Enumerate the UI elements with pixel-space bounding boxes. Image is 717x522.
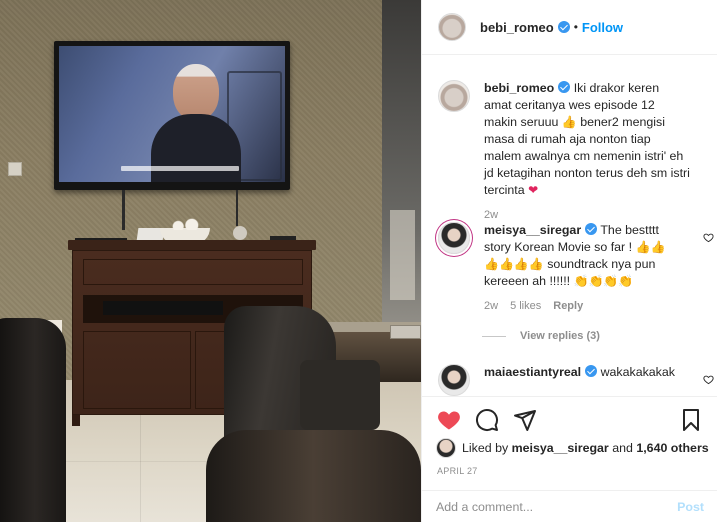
bookmark-icon bbox=[683, 409, 699, 431]
tv-screen bbox=[59, 46, 285, 182]
comment-age: 2w bbox=[484, 300, 499, 312]
post-comment-button[interactable]: Post bbox=[677, 500, 704, 514]
thumbs-up-emoji: 👍 bbox=[561, 115, 577, 129]
verified-badge-icon bbox=[558, 81, 571, 93]
tv-cable-2 bbox=[236, 190, 238, 226]
red-heart-emoji: ❤ bbox=[528, 183, 539, 197]
reply-button[interactable]: Reply bbox=[553, 298, 583, 315]
chair-front bbox=[206, 430, 421, 522]
author-avatar[interactable] bbox=[438, 13, 466, 41]
action-bar bbox=[422, 396, 717, 442]
commenter-username[interactable]: meisya__siregar bbox=[484, 223, 581, 237]
comment-bubble-icon bbox=[476, 408, 498, 431]
comment-body: meisya__siregar The bestttt story Korean… bbox=[484, 222, 680, 315]
chair-left bbox=[0, 318, 66, 522]
post-side-panel: bebi_romeo • Follow bebi_romeo Iki drako… bbox=[421, 0, 717, 522]
tv-cable bbox=[122, 190, 125, 230]
verified-badge-icon bbox=[557, 21, 570, 33]
comment-meta: 2w 5 likes Reply bbox=[484, 298, 680, 315]
likes-summary: Liked by meisya__siregar and 1,640 other… bbox=[436, 438, 709, 458]
post-photo[interactable] bbox=[0, 0, 421, 522]
speaker bbox=[233, 226, 247, 240]
comment-button[interactable] bbox=[474, 407, 500, 433]
chair-right-seat bbox=[300, 360, 380, 430]
verified-badge-icon bbox=[585, 365, 598, 377]
instagram-post: bebi_romeo • Follow bebi_romeo Iki drako… bbox=[0, 0, 717, 522]
caption: bebi_romeo Iki drakor keren amat ceritan… bbox=[438, 80, 708, 224]
tv-actor bbox=[151, 64, 241, 182]
console-top bbox=[68, 240, 316, 250]
heart-outline-icon[interactable] bbox=[703, 232, 714, 243]
comment-item: meisya__siregar The bestttt story Korean… bbox=[438, 222, 714, 315]
likes-prefix: Liked by bbox=[462, 441, 509, 455]
tv-subtitle-bar bbox=[121, 166, 239, 171]
commenter-avatar[interactable] bbox=[438, 222, 470, 254]
add-comment-bar: Post bbox=[422, 490, 717, 522]
save-button[interactable] bbox=[678, 407, 704, 433]
tv-actor-head bbox=[173, 64, 219, 120]
console-leg-left bbox=[72, 415, 80, 426]
laptop bbox=[390, 325, 421, 339]
author-info: bebi_romeo • Follow bbox=[480, 20, 623, 35]
comment-input[interactable] bbox=[436, 499, 678, 514]
view-replies-label: View replies (3) bbox=[520, 330, 600, 342]
liker-avatar[interactable] bbox=[436, 438, 456, 458]
clapping-emojis: 👏👏👏👏 bbox=[573, 274, 634, 288]
like-button[interactable] bbox=[436, 407, 462, 433]
comment-body: maiaestiantyreal wakakakakak bbox=[484, 364, 680, 396]
comment-text: wakakakakak bbox=[600, 365, 675, 379]
likes-count-button[interactable]: 1,640 others bbox=[636, 441, 708, 455]
comment-likes[interactable]: 5 likes bbox=[510, 298, 541, 315]
caption-body: bebi_romeo Iki drakor keren amat ceritan… bbox=[484, 80, 690, 224]
comment-item: maiaestiantyreal wakakakakak bbox=[438, 364, 714, 396]
commenter-avatar[interactable] bbox=[438, 364, 470, 396]
post-header: bebi_romeo • Follow bbox=[422, 0, 717, 55]
likes-and: and bbox=[612, 441, 633, 455]
share-button[interactable] bbox=[512, 407, 538, 433]
follow-button[interactable]: Follow bbox=[582, 20, 623, 35]
verified-badge-icon bbox=[585, 223, 598, 235]
comments-list[interactable]: bebi_romeo Iki drakor keren amat ceritan… bbox=[422, 56, 717, 396]
tv-actor-body bbox=[151, 114, 241, 182]
wall-socket bbox=[8, 162, 22, 176]
paper-plane-icon bbox=[514, 409, 536, 431]
separator-dot: • bbox=[573, 20, 578, 34]
author-username[interactable]: bebi_romeo bbox=[480, 20, 554, 35]
television bbox=[54, 41, 290, 190]
post-date[interactable]: APRIL 27 bbox=[437, 466, 478, 476]
console-drawer bbox=[83, 259, 303, 285]
console-door-left bbox=[83, 331, 191, 409]
caption-avatar[interactable] bbox=[438, 80, 470, 112]
commenter-username[interactable]: maiaestiantyreal bbox=[484, 365, 581, 379]
heart-filled-icon bbox=[438, 411, 460, 429]
heart-outline-icon[interactable] bbox=[703, 374, 714, 385]
view-replies-line bbox=[482, 335, 506, 337]
view-replies-button[interactable]: View replies (3) bbox=[482, 330, 600, 342]
liker-username[interactable]: meisya__siregar bbox=[512, 441, 609, 455]
caption-username[interactable]: bebi_romeo bbox=[484, 81, 554, 95]
